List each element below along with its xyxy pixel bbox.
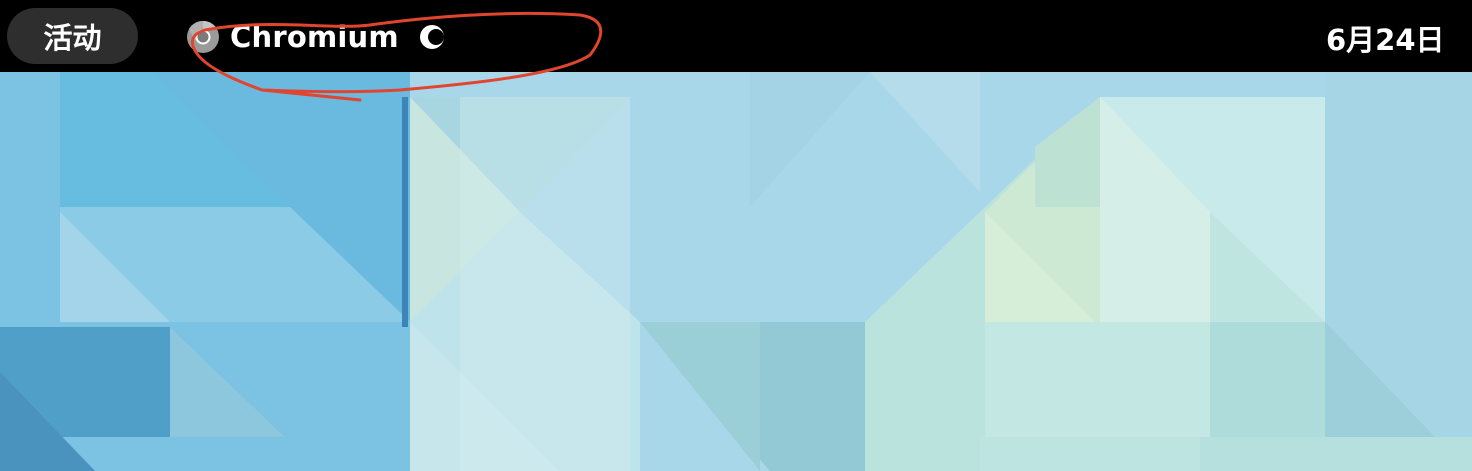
app-name: Chromium — [230, 20, 399, 54]
activities-button[interactable]: 活动 — [7, 8, 138, 64]
chromium-icon — [187, 20, 219, 53]
loading-spinner-icon — [419, 25, 444, 49]
clock-text: 6月24日 — [1326, 23, 1445, 57]
top-bar: 活动 Chromium 6月24日 — [0, 0, 1472, 72]
desktop-wallpaper — [0, 72, 1472, 471]
app-menu[interactable]: Chromium — [186, 17, 447, 57]
clock[interactable]: 6月24日 — [1326, 17, 1445, 59]
activities-label: 活动 — [43, 21, 102, 55]
